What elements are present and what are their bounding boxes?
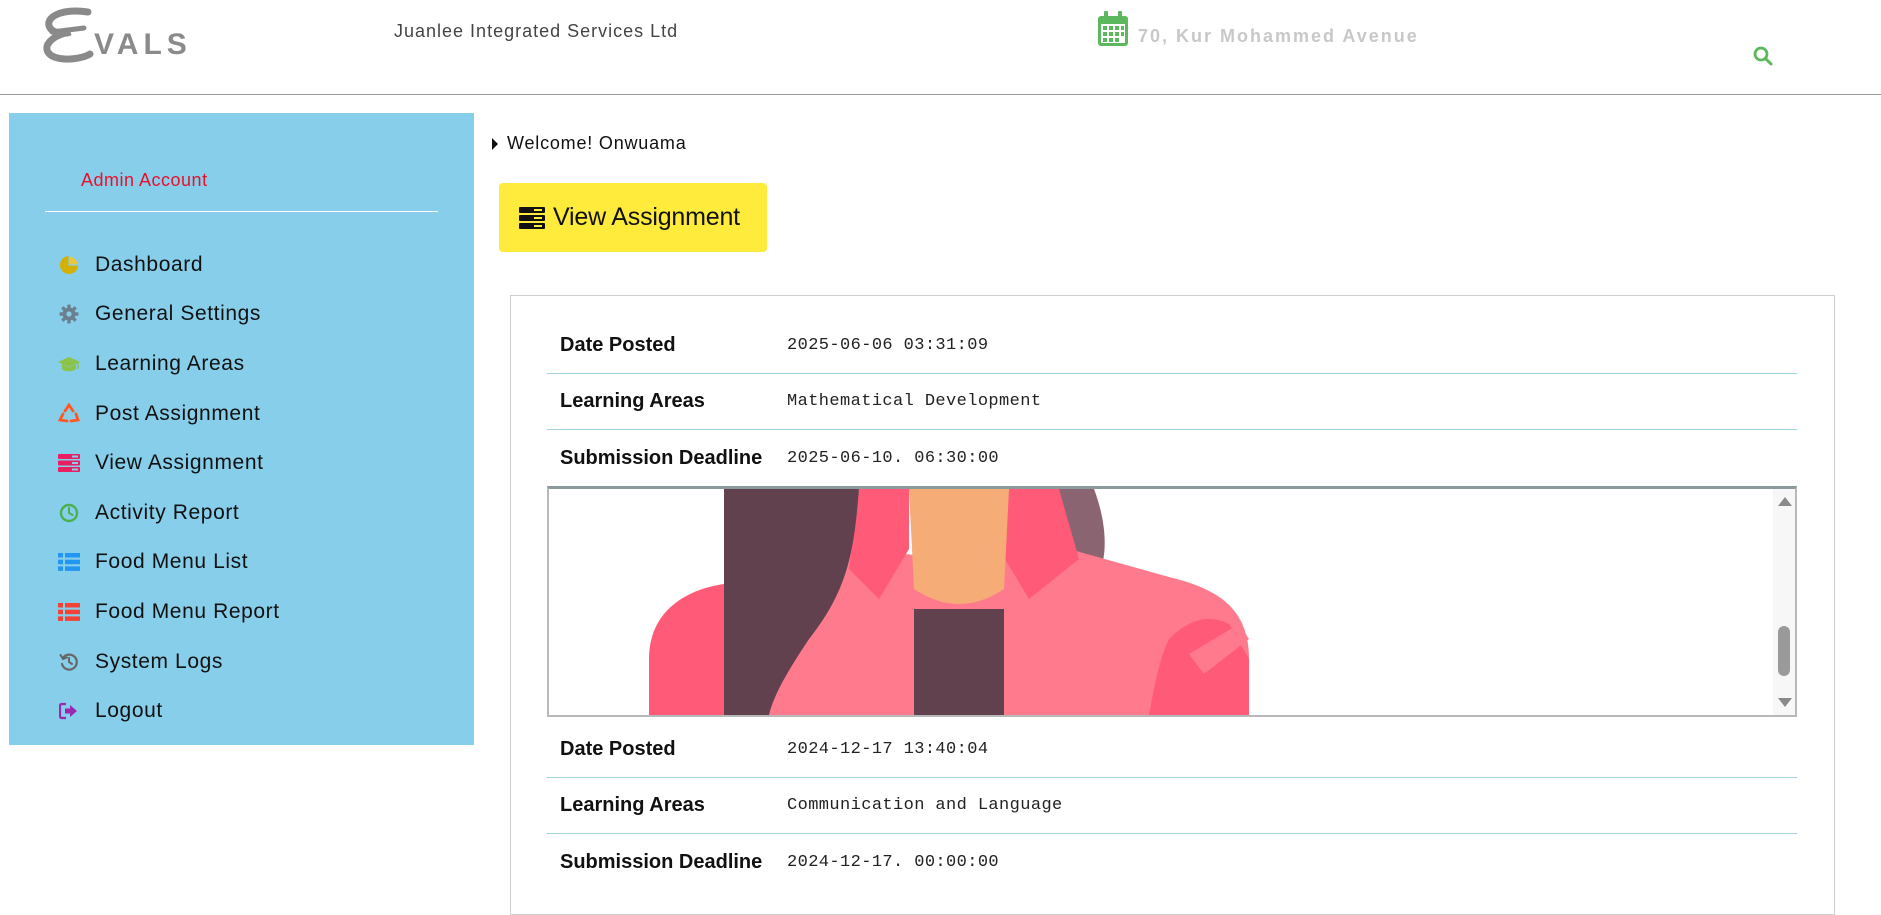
- sidebar-item-label: Dashboard: [95, 252, 204, 276]
- evals-logo[interactable]: VALS: [40, 4, 255, 64]
- sidebar-item-food-menu-report[interactable]: Food Menu Report: [57, 587, 457, 637]
- welcome-message: Welcome! Onwuama: [492, 133, 687, 154]
- table-row: Date Posted 2025-06-06 03:31:09: [547, 318, 1797, 374]
- date-posted-label: Date Posted: [560, 738, 676, 760]
- attachment-illustration: [649, 489, 1249, 715]
- assignment-list: Date Posted 2025-06-06 03:31:09 Learning…: [547, 318, 1797, 890]
- sidebar-nav: Dashboard General Settings Learning Area…: [57, 240, 457, 736]
- sidebar-item-label: View Assignment: [95, 451, 264, 475]
- gear-icon: [57, 302, 81, 326]
- clock-icon: [57, 501, 81, 525]
- sidebar-item-label: Activity Report: [95, 500, 240, 524]
- view-assignment-label: View Assignment: [553, 203, 740, 231]
- sidebar-item-view-assignment[interactable]: View Assignment: [57, 438, 457, 488]
- scroll-up-arrow-icon[interactable]: [1778, 497, 1792, 506]
- sidebar-item-general-settings[interactable]: General Settings: [57, 290, 457, 340]
- assignment-panel: Date Posted 2025-06-06 03:31:09 Learning…: [510, 295, 1835, 915]
- scroll-down-arrow-icon[interactable]: [1778, 698, 1792, 707]
- submission-deadline-value: 2024-12-17. 00:00:00: [787, 852, 1000, 872]
- sidebar-item-label: General Settings: [95, 302, 262, 326]
- date-posted-value: 2025-06-06 03:31:09: [787, 336, 989, 355]
- scroll-thumb[interactable]: [1778, 626, 1790, 676]
- sidebar-item-label: System Logs: [95, 649, 223, 673]
- learning-areas-label: Learning Areas: [560, 794, 705, 816]
- organization-name: Juanlee Integrated Services Ltd: [394, 21, 679, 41]
- address-block: 70, Kur Mohammed Avenue: [1096, 10, 1419, 48]
- sidebar-item-label: Logout: [95, 699, 163, 723]
- learning-areas-label: Learning Areas: [560, 390, 705, 412]
- sidebar-item-post-assignment[interactable]: Post Assignment: [57, 389, 457, 439]
- list-icon: [57, 550, 81, 574]
- caret-right-icon: [492, 137, 498, 150]
- view-assignment-button[interactable]: View Assignment: [499, 183, 767, 252]
- date-posted-label: Date Posted: [560, 334, 676, 356]
- table-row: Submission Deadline 2025-06-10. 06:30:00: [547, 430, 1797, 486]
- sidebar: Admin Account Dashboard General Settings…: [9, 113, 474, 745]
- list-icon: [57, 600, 81, 624]
- table-row: Submission Deadline 2024-12-17. 00:00:00: [547, 834, 1797, 890]
- recycle-icon: [57, 402, 81, 426]
- sidebar-item-label: Post Assignment: [95, 401, 261, 425]
- assignment-item: Date Posted 2024-12-17 13:40:04 Learning…: [547, 722, 1797, 890]
- submission-deadline-value: 2025-06-10. 06:30:00: [787, 448, 1000, 468]
- pie-chart-icon: [57, 253, 81, 277]
- sidebar-item-label: Learning Areas: [95, 351, 245, 375]
- sidebar-divider: [45, 211, 438, 212]
- date-posted-value: 2024-12-17 13:40:04: [787, 740, 989, 759]
- search-icon[interactable]: [1753, 46, 1773, 66]
- address-text: 70, Kur Mohammed Avenue: [1138, 25, 1419, 46]
- graduation-cap-icon: [57, 352, 81, 376]
- sidebar-item-food-menu-list[interactable]: Food Menu List: [57, 538, 457, 588]
- learning-areas-value: Communication and Language: [787, 796, 1063, 815]
- server-icon: [519, 206, 545, 229]
- sign-out-icon: [57, 699, 81, 723]
- learning-areas-value: Mathematical Development: [787, 392, 1042, 411]
- sidebar-item-logout[interactable]: Logout: [57, 686, 457, 736]
- welcome-text: Welcome! Onwuama: [507, 133, 687, 153]
- svg-text:VALS: VALS: [94, 28, 192, 61]
- sidebar-item-activity-report[interactable]: Activity Report: [57, 488, 457, 538]
- server-icon: [57, 451, 81, 475]
- assignment-attachment-frame[interactable]: [547, 486, 1797, 717]
- submission-deadline-label: Submission Deadline: [560, 446, 763, 469]
- table-row: Learning Areas Communication and Languag…: [547, 778, 1797, 834]
- sidebar-item-label: Food Menu Report: [95, 599, 280, 623]
- account-label: Admin Account: [81, 170, 208, 190]
- search-button[interactable]: [1751, 44, 1775, 68]
- calendar-icon: [1098, 11, 1128, 46]
- sidebar-item-label: Food Menu List: [95, 550, 249, 574]
- table-row: Learning Areas Mathematical Development: [547, 374, 1797, 430]
- table-row: Date Posted 2024-12-17 13:40:04: [547, 722, 1797, 778]
- sidebar-item-learning-areas[interactable]: Learning Areas: [57, 339, 457, 389]
- frame-scrollbar[interactable]: [1773, 489, 1795, 715]
- sidebar-item-dashboard[interactable]: Dashboard: [57, 240, 457, 290]
- submission-deadline-label: Submission Deadline: [560, 850, 763, 873]
- sidebar-item-system-logs[interactable]: System Logs: [57, 637, 457, 687]
- top-header: VALS Juanlee Integrated Services Ltd 70,…: [0, 0, 1881, 95]
- history-icon: [57, 650, 81, 674]
